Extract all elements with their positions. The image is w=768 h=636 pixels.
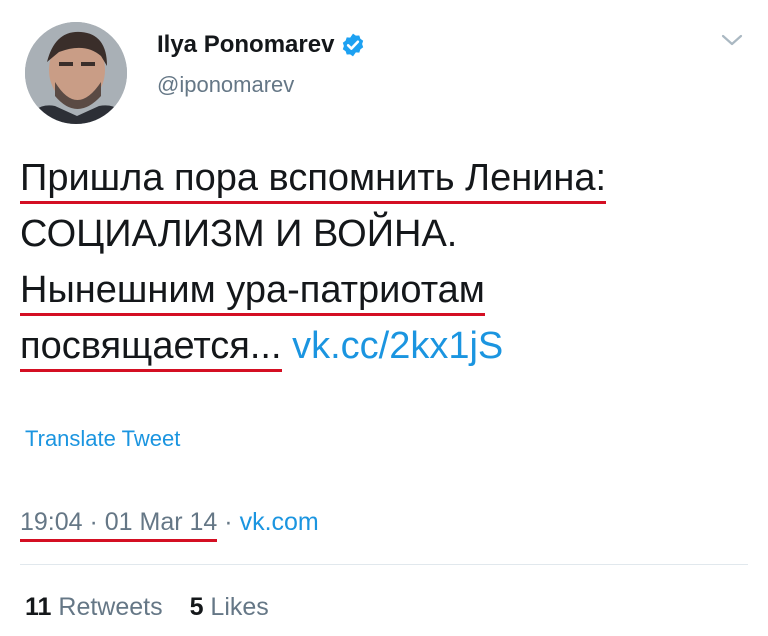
tweet-card: Ilya Ponomarev @iponomarev Пришла пора в…	[0, 0, 768, 636]
tweet-line-1: Пришла пора вспомнить Ленина:	[20, 157, 607, 204]
verified-badge-icon	[343, 33, 364, 57]
retweets-count: 11	[25, 593, 52, 621]
tweet-source-link[interactable]: vk.com	[240, 508, 319, 536]
user-handle[interactable]: @iponomarev	[157, 72, 294, 98]
tweet-meta: 19:04 · 01 Mar 14 · vk.com	[20, 506, 319, 542]
avatar-image	[25, 22, 127, 124]
meta-separator: ·	[217, 508, 240, 536]
user-name[interactable]: Ilya Ponomarev	[157, 31, 334, 59]
tweet-link[interactable]: vk.cc/2kx1jS	[292, 325, 503, 367]
tweet-stats: 11 Retweets 5 Likes	[25, 593, 289, 622]
likes-label: Likes	[210, 593, 269, 621]
retweets-stat[interactable]: 11 Retweets	[25, 593, 163, 621]
likes-stat[interactable]: 5 Likes	[190, 593, 269, 621]
translate-tweet-link[interactable]: Translate Tweet	[25, 426, 180, 452]
likes-count: 5	[189, 593, 204, 621]
chevron-down-icon[interactable]	[718, 30, 746, 50]
user-name-row[interactable]: Ilya Ponomarev	[157, 31, 366, 59]
retweets-label: Retweets	[58, 593, 163, 621]
tweet-text: Пришла пора вспомнить Ленина: СОЦИАЛИЗМ …	[20, 150, 750, 374]
avatar[interactable]	[25, 22, 127, 124]
tweet-line-2: СОЦИАЛИЗМ И ВОЙНА.	[20, 213, 458, 255]
tweet-timestamp[interactable]: 19:04 · 01 Mar 14	[20, 508, 218, 542]
tweet-line-4: посвящается...	[20, 325, 282, 372]
divider	[20, 564, 748, 565]
tweet-line-3: Нынешним ура-патриотам	[20, 269, 485, 316]
